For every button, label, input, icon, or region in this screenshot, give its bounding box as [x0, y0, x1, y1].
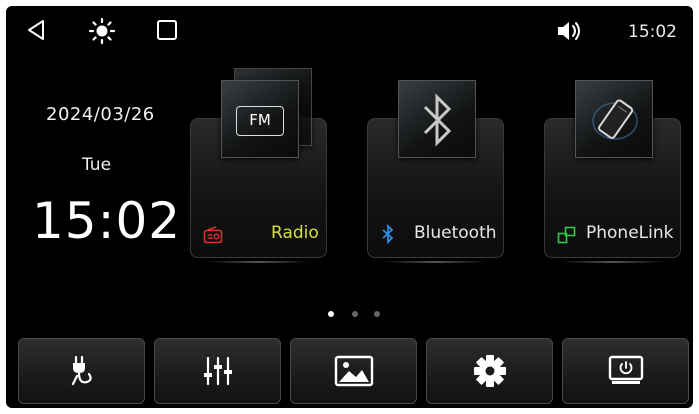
back-icon[interactable] [26, 19, 46, 41]
settings-gear-icon [473, 355, 506, 387]
status-clock: 15:02 [628, 22, 677, 42]
volume-icon[interactable] [556, 20, 584, 42]
dock-button-connection[interactable] [18, 338, 145, 404]
main-clock: 15:02 [32, 192, 182, 250]
phonelink-tile-icon[interactable] [575, 80, 653, 158]
fm-badge: FM [236, 106, 284, 136]
page-dot-2[interactable] [352, 311, 358, 317]
bluetooth-icon [382, 224, 394, 244]
dock-button-equalizer[interactable] [154, 338, 281, 404]
fm-icon[interactable]: FM [221, 80, 299, 158]
date-label: 2024/03/26 [46, 104, 155, 125]
dock-button-settings[interactable] [426, 338, 553, 404]
bluetooth-large-icon [423, 93, 452, 147]
status-bar: 15:02 [6, 6, 693, 56]
app-label-phonelink: PhoneLink [586, 223, 674, 243]
dock-button-screen-off[interactable] [562, 338, 689, 404]
recent-apps-icon[interactable] [156, 19, 178, 41]
bluetooth-tile-icon[interactable] [398, 80, 476, 158]
app-label-radio: Radio [271, 223, 319, 243]
cables-icon [71, 355, 92, 386]
equalizer-icon [203, 356, 232, 386]
app-label-bluetooth: Bluetooth [414, 223, 497, 243]
radio-icon [203, 226, 223, 244]
gallery-icon [334, 355, 373, 387]
phonelink-icon [557, 226, 576, 244]
brightness-icon[interactable] [88, 17, 116, 45]
home-screen: 15:02 2024/03/26 Tue 15:02 FM Radio Blue… [6, 6, 693, 408]
weekday-label: Tue [82, 155, 112, 175]
phone-mirror-icon [592, 99, 638, 140]
screen-power-icon [608, 355, 643, 384]
dock-button-gallery[interactable] [290, 338, 417, 404]
page-dot-3[interactable] [374, 311, 380, 317]
page-dot-1[interactable] [328, 311, 334, 317]
